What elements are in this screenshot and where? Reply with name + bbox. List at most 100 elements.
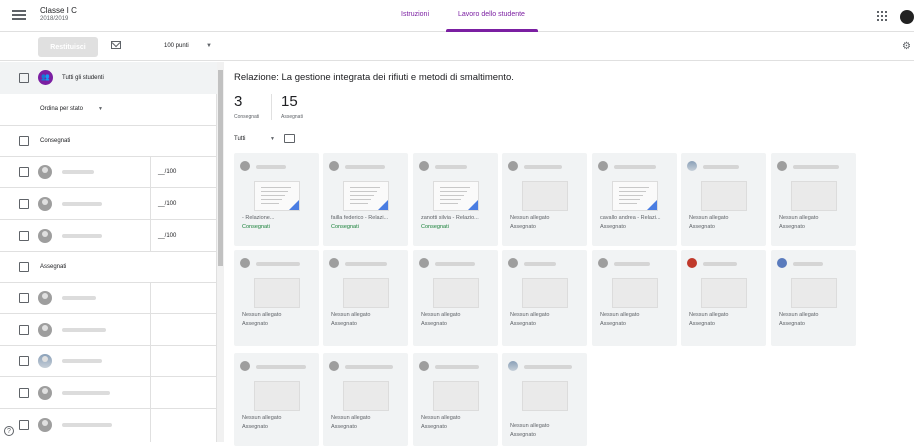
empty-thumbnail[interactable] (701, 181, 747, 211)
empty-thumbnail[interactable] (522, 181, 568, 211)
student-checkbox[interactable] (19, 356, 29, 366)
document-thumbnail[interactable] (254, 181, 300, 211)
student-work-card[interactable]: Nessun allegato Assegnato (681, 250, 766, 346)
empty-thumbnail[interactable] (612, 278, 658, 308)
student-checkbox[interactable] (19, 388, 29, 398)
student-name-redacted[interactable] (62, 328, 106, 332)
student-work-card[interactable]: Nessun allegato Assegnato (502, 353, 587, 446)
avatar (419, 361, 429, 371)
grade-field[interactable]: __/100 (158, 169, 176, 175)
account-avatar[interactable] (900, 10, 914, 24)
student-work-card[interactable]: Nessun allegato Assegnato (413, 250, 498, 346)
help-icon[interactable]: ? (4, 426, 14, 436)
avatar (240, 361, 250, 371)
turned-in-checkbox[interactable] (19, 136, 29, 146)
student-name-redacted[interactable] (62, 359, 102, 363)
assignment-title: Relazione: La gestione integrata dei rif… (234, 72, 514, 83)
divider (0, 313, 217, 314)
tab-student-work[interactable]: Lavoro dello studente (458, 11, 525, 18)
student-name-redacted (614, 262, 650, 266)
student-name-redacted[interactable] (62, 423, 112, 427)
student-work-card[interactable]: Nessun allegato Assegnato (323, 250, 408, 346)
status-label: Assegnato (689, 321, 715, 327)
student-work-card[interactable]: Nessun allegato Assegnato (234, 353, 319, 446)
grade-field[interactable]: __/100 (158, 233, 176, 239)
menu-icon[interactable] (12, 8, 26, 22)
student-checkbox[interactable] (19, 231, 29, 241)
chevron-down-icon[interactable]: ▼ (206, 43, 212, 49)
empty-thumbnail[interactable] (522, 278, 568, 308)
empty-thumbnail[interactable] (343, 278, 389, 308)
all-students-row[interactable] (0, 62, 217, 94)
points-select[interactable]: 100 punti (164, 43, 189, 49)
folder-icon[interactable] (284, 134, 295, 143)
status-label: Assegnato (510, 224, 536, 230)
avatar (329, 161, 339, 171)
divider (0, 251, 217, 252)
status-label: Assegnato (689, 224, 715, 230)
gear-icon[interactable]: ⚙ (902, 42, 911, 52)
student-name-redacted[interactable] (62, 170, 94, 174)
student-work-card[interactable]: Nessun allegato Assegnato (413, 353, 498, 446)
student-work-card[interactable]: - Relazione... Consegnati (234, 153, 319, 246)
status-label: Assegnato (779, 224, 805, 230)
chevron-down-icon[interactable]: ▼ (270, 136, 275, 142)
student-work-card[interactable]: Nessun allegato Assegnato (234, 250, 319, 346)
avatar (598, 258, 608, 268)
sort-select[interactable]: Ordina per stato (40, 106, 83, 112)
student-work-card[interactable]: Nessun allegato Assegnato (681, 153, 766, 246)
student-checkbox[interactable] (19, 420, 29, 430)
student-checkbox[interactable] (19, 199, 29, 209)
scrollbar-thumb[interactable] (218, 70, 223, 266)
document-thumbnail[interactable] (343, 181, 389, 211)
status-label: Assegnato (331, 424, 357, 430)
empty-thumbnail[interactable] (522, 381, 568, 411)
student-work-card[interactable]: Nessun allegato Assegnato (771, 153, 856, 246)
email-icon[interactable] (111, 41, 121, 49)
empty-thumbnail[interactable] (254, 381, 300, 411)
student-work-card[interactable]: zanotti silvia - Relazio... Consegnati (413, 153, 498, 246)
empty-thumbnail[interactable] (343, 381, 389, 411)
empty-thumbnail[interactable] (254, 278, 300, 308)
status-label: Assegnato (242, 321, 268, 327)
student-name-redacted (793, 262, 823, 266)
student-name-redacted[interactable] (62, 202, 102, 206)
empty-thumbnail[interactable] (433, 381, 479, 411)
student-name-redacted[interactable] (62, 296, 96, 300)
student-name-redacted[interactable] (62, 234, 102, 238)
select-all-checkbox[interactable] (19, 73, 29, 83)
turned-in-count: 3 (234, 93, 243, 110)
empty-thumbnail[interactable] (701, 278, 747, 308)
return-button[interactable]: Restituisci (38, 37, 98, 57)
student-name-redacted (345, 262, 387, 266)
attachment-label: Nessun allegato (779, 312, 819, 318)
grade-field[interactable]: __/100 (158, 201, 176, 207)
student-name-redacted (256, 165, 286, 169)
student-checkbox[interactable] (19, 167, 29, 177)
student-work-card[interactable]: failla federico - Relazi... Consegnati (323, 153, 408, 246)
student-work-card[interactable]: Nessun allegato Assegnato (502, 250, 587, 346)
turned-in-label: Consegnati (234, 114, 260, 120)
chevron-down-icon[interactable]: ▼ (98, 106, 103, 112)
student-work-card[interactable]: Nessun allegato Assegnato (592, 250, 677, 346)
class-title[interactable]: Classe I C (40, 6, 77, 15)
student-work-card[interactable]: Nessun allegato Assegnato (323, 353, 408, 446)
apps-grid-icon[interactable] (877, 11, 887, 21)
avatar (508, 361, 518, 371)
student-checkbox[interactable] (19, 325, 29, 335)
student-work-card[interactable]: cavallo andrea - Relazi... Assegnato (592, 153, 677, 246)
student-name-redacted (345, 165, 385, 169)
empty-thumbnail[interactable] (791, 181, 837, 211)
assigned-checkbox[interactable] (19, 262, 29, 272)
document-thumbnail[interactable] (612, 181, 658, 211)
filter-select[interactable]: Tutti (234, 136, 245, 142)
tab-instructions[interactable]: Istruzioni (401, 11, 429, 18)
empty-thumbnail[interactable] (433, 278, 479, 308)
student-work-card[interactable]: Nessun allegato Assegnato (502, 153, 587, 246)
student-checkbox[interactable] (19, 293, 29, 303)
document-thumbnail[interactable] (433, 181, 479, 211)
status-label: Assegnato (510, 321, 536, 327)
empty-thumbnail[interactable] (791, 278, 837, 308)
student-name-redacted[interactable] (62, 391, 110, 395)
student-work-card[interactable]: Nessun allegato Assegnato (771, 250, 856, 346)
